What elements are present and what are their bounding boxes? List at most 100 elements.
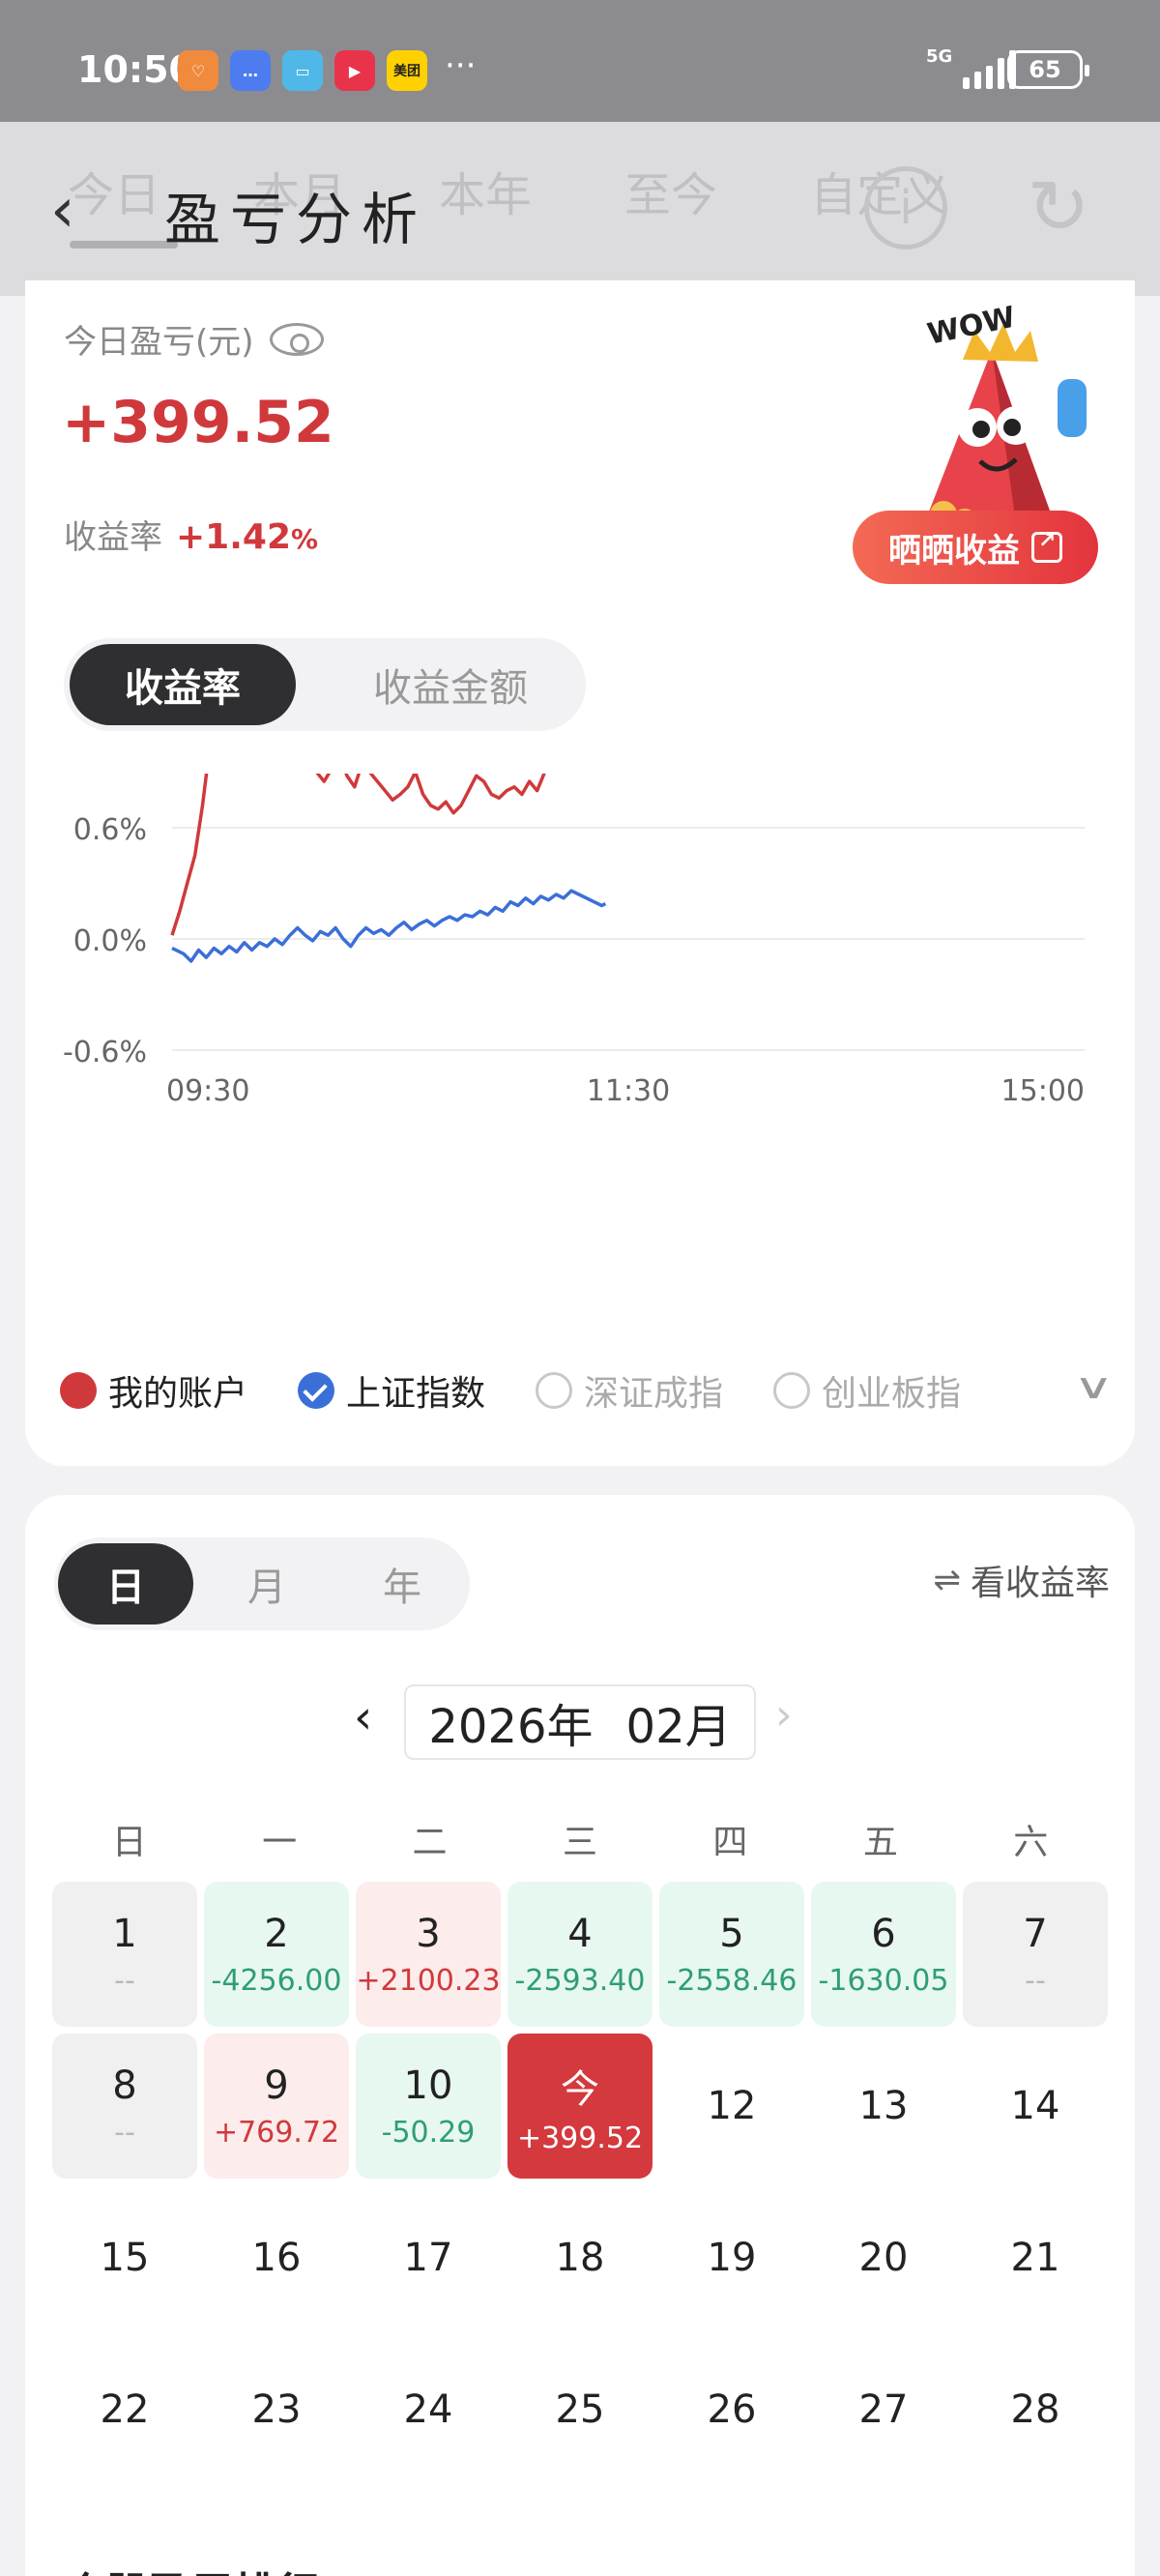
tab-month[interactable]: 月 — [228, 1543, 305, 1625]
legend-item[interactable]: 我的账户 — [60, 1365, 247, 1416]
calendar-day-today[interactable]: 今 +399.52 — [508, 2034, 652, 2179]
video-app-icon: ▶ — [334, 50, 375, 91]
calendar-day[interactable]: 22 — [52, 2337, 197, 2482]
calendar-day[interactable]: 14 — [963, 2034, 1108, 2179]
calendar-day-number: 10 — [403, 2063, 453, 2108]
calendar-day[interactable]: 19 — [659, 2185, 804, 2330]
calendar-day-pl: -- — [1025, 1963, 1046, 1998]
calendar-day[interactable]: 10 -50.29 — [356, 2034, 501, 2179]
refresh-icon[interactable]: ↻ — [1017, 166, 1100, 249]
weekday-label: 三 — [562, 1823, 597, 1862]
calendar-day-number: 22 — [100, 2387, 150, 2432]
eye-icon[interactable] — [269, 322, 324, 356]
calendar-day[interactable]: 17 — [356, 2185, 501, 2330]
battery-icon: 65 — [1007, 50, 1089, 89]
tab-day[interactable]: 日 — [58, 1543, 193, 1625]
calendar-day[interactable]: 24 — [356, 2337, 501, 2482]
calendar-day[interactable]: 6 -1630.05 — [811, 1882, 956, 2027]
status-app-icons: ♡ … ▭ ▶ 美团 — [178, 50, 427, 91]
legend-item[interactable]: 深证成指 — [536, 1365, 723, 1416]
mascot-illustration: WOW — [914, 302, 1087, 532]
calendar-day-number: 18 — [555, 2236, 605, 2280]
calendar-day-number: 24 — [403, 2387, 453, 2432]
ghost-tab: 至今 — [624, 168, 718, 222]
ghost-tab: 本年 — [439, 168, 533, 222]
radio-unchecked-icon — [536, 1372, 573, 1409]
calendar-day[interactable]: 1 -- — [52, 1882, 197, 2027]
view-rate-button[interactable]: ⇌ 看收益率 — [933, 1555, 1110, 1605]
calendar-day[interactable]: 18 — [508, 2185, 652, 2330]
chart-legend: 我的账户 上证指数 深证成指 创业板指 ∨ — [60, 1361, 1123, 1420]
tab-return-amount[interactable]: 收益金额 — [334, 644, 566, 725]
heart-app-icon: ♡ — [178, 50, 218, 91]
tab-year[interactable]: 年 — [363, 1543, 441, 1625]
rate-row: 收益率 +1.42% — [64, 511, 318, 558]
calendar-day-number: 7 — [1023, 1911, 1048, 1956]
share-profit-button[interactable]: 晒晒收益 — [853, 511, 1098, 584]
tab-return-rate[interactable]: 收益率 — [70, 644, 296, 725]
back-icon[interactable]: ‹ — [50, 172, 108, 249]
calendar-day[interactable]: 4 -2593.40 — [508, 1882, 652, 2027]
today-pl-value: +399.52 — [62, 389, 334, 456]
rate-label: 收益率 — [64, 518, 162, 557]
calendar-day[interactable]: 13 — [811, 2034, 956, 2179]
calendar-day[interactable]: 15 — [52, 2185, 197, 2330]
today-pl-label-row: 今日盈亏(元) — [64, 315, 324, 363]
stock-pl-ranking-title: 个股盈亏排行 — [64, 2559, 319, 2576]
calendar-day[interactable]: 3 +2100.23 — [356, 1882, 501, 2027]
calendar-day[interactable]: 27 — [811, 2337, 956, 2482]
calendar-day[interactable]: 16 — [204, 2185, 349, 2330]
share-profit-label: 晒晒收益 — [888, 531, 1020, 571]
weekday-label: 四 — [712, 1823, 748, 1862]
calendar-day[interactable]: 9 +769.72 — [204, 2034, 349, 2179]
month-picker-month: 02月 — [625, 1700, 732, 1754]
calendar-day[interactable]: 20 — [811, 2185, 956, 2330]
weekday-label: 六 — [1013, 1823, 1049, 1862]
calendar-day-number: 21 — [1010, 2236, 1060, 2280]
next-month-icon[interactable]: › — [775, 1690, 793, 1740]
legend-label: 创业板指 — [822, 1374, 962, 1414]
calendar-day[interactable]: 21 — [963, 2185, 1108, 2330]
rate-value: +1.42% — [176, 517, 318, 557]
rate-unit: % — [291, 523, 319, 555]
mascot-body-icon — [914, 323, 1087, 532]
calendar-day-number: 4 — [567, 1911, 593, 1956]
calendar-day[interactable]: 25 — [508, 2337, 652, 2482]
chat-app-icon: … — [230, 50, 271, 91]
rate-number: +1.42 — [176, 517, 291, 557]
calendar-day-number: 9 — [264, 2063, 289, 2108]
calendar-day[interactable]: 2 -4256.00 — [204, 1882, 349, 2027]
weekday-label: 二 — [412, 1823, 448, 1862]
calendar-day[interactable]: 8 -- — [52, 2034, 197, 2179]
month-picker[interactable]: 2026年 02月 — [404, 1684, 756, 1760]
calendar-day-number: 27 — [858, 2387, 909, 2432]
calendar-day-pl: +2100.23 — [356, 1963, 501, 1998]
y-tick-label: 0.6% — [73, 813, 147, 847]
calendar-day[interactable]: 7 -- — [963, 1882, 1108, 2027]
legend-item[interactable]: 上证指数 — [298, 1365, 485, 1416]
profit-summary-card: 今日盈亏(元) +399.52 收益率 +1.42% WOW 晒晒收益 收益率 … — [25, 280, 1135, 1466]
calendar-day[interactable]: 5 -2558.46 — [659, 1882, 804, 2027]
calendar-day-number: 1 — [112, 1911, 137, 1956]
calendar-day[interactable]: 28 — [963, 2337, 1108, 2482]
calendar-day[interactable]: 23 — [204, 2337, 349, 2482]
legend-item[interactable]: 创业板指 — [773, 1365, 961, 1416]
prev-month-icon[interactable]: ‹ — [354, 1690, 372, 1744]
calendar-day[interactable]: 12 — [659, 2034, 804, 2179]
legend-label: 我的账户 — [108, 1374, 248, 1414]
calendar-day-pl: -2558.46 — [666, 1963, 798, 1998]
book-app-icon: ▭ — [282, 50, 323, 91]
calendar-day-number: 16 — [251, 2236, 302, 2280]
calendar-day-pl: -- — [114, 2115, 135, 2150]
chevron-down-icon[interactable]: ∨ — [1073, 1367, 1114, 1407]
y-tick-label: -0.6% — [63, 1036, 147, 1069]
calendar-day-pl: -50.29 — [381, 2115, 476, 2150]
weekday-header: 日一二三四五六 — [54, 1814, 1106, 1864]
calendar-day-number: 14 — [1010, 2084, 1060, 2128]
calendar-day[interactable]: 26 — [659, 2337, 804, 2482]
calendar-day-pl: -4256.00 — [211, 1963, 342, 1998]
info-icon[interactable]: i — [864, 166, 947, 249]
calendar-day-number: 13 — [858, 2084, 909, 2128]
calendar-day-number: 8 — [112, 2063, 137, 2108]
x-tick-label: 11:30 — [587, 1074, 670, 1108]
